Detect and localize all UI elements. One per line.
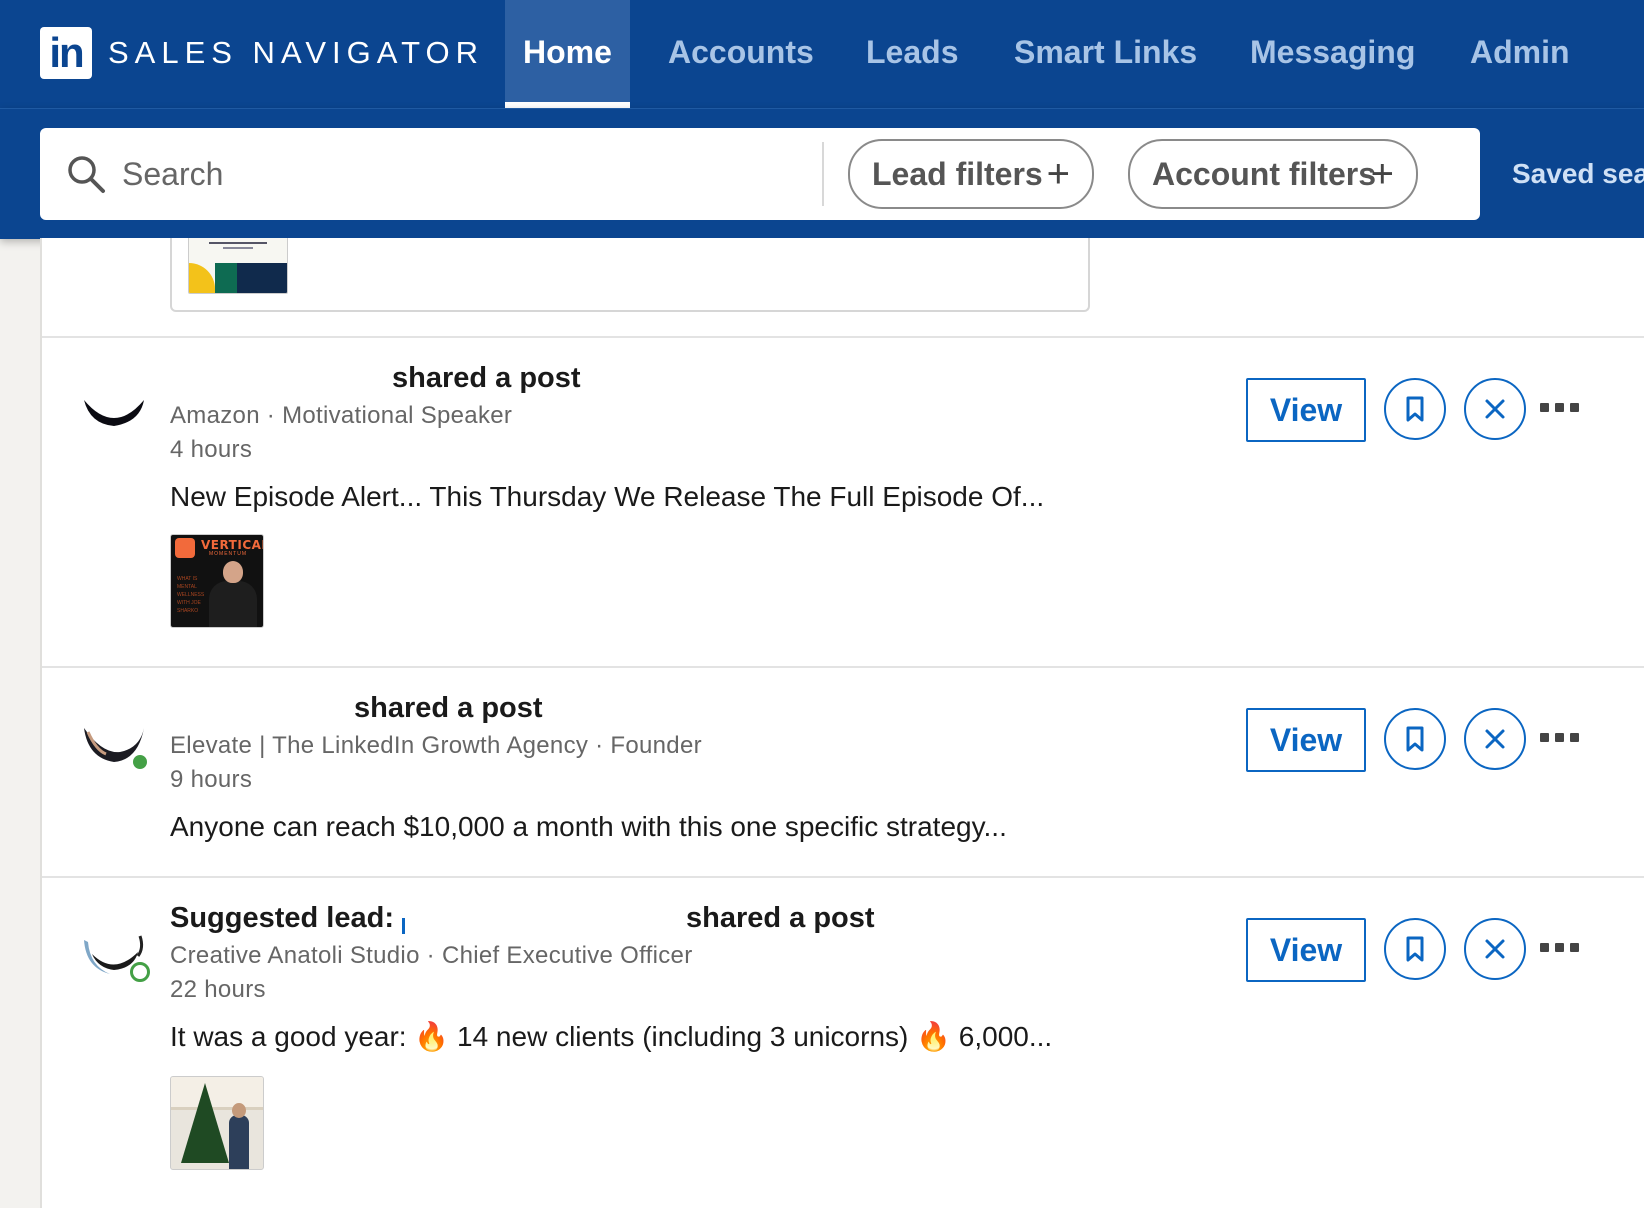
item-headline: shared a post <box>686 902 875 934</box>
podcast-logo-icon <box>175 538 195 558</box>
account-filters-label: Account filters <box>1152 156 1377 192</box>
post-thumbnail[interactable] <box>170 1076 264 1170</box>
item-timestamp: 9 hours <box>170 766 253 793</box>
lead-filters-button[interactable]: Lead filters + <box>848 139 1094 209</box>
search-box[interactable]: Search Lead filters + Account filters + <box>40 128 1480 220</box>
thumbnail-shape <box>189 263 215 293</box>
item-company-role[interactable]: Elevate | The LinkedIn Growth Agency · F… <box>170 730 702 762</box>
dismiss-button[interactable] <box>1464 378 1526 440</box>
thumbnail-caption: WHAT IS MENTAL WELLNESS WITH JOE SHARKO <box>177 576 205 614</box>
top-navigation: in SALES NAVIGATOR Home Accounts Leads S… <box>0 0 1644 108</box>
post-text[interactable]: It was a good year: 🔥 14 new clients (in… <box>170 1018 1052 1056</box>
avatar[interactable] <box>82 918 150 982</box>
dismiss-button[interactable] <box>1464 918 1526 980</box>
account-filters-button[interactable]: Account filters + <box>1128 139 1418 209</box>
tab-accounts[interactable]: Accounts <box>668 0 814 108</box>
search-band: Search Lead filters + Account filters + … <box>0 108 1644 239</box>
bookmark-icon <box>1406 936 1424 962</box>
item-headline: shared a post <box>354 692 543 724</box>
tab-leads[interactable]: Leads <box>866 0 958 108</box>
thumbnail-shape <box>237 263 287 293</box>
close-icon <box>1485 729 1505 749</box>
search-divider <box>822 142 824 206</box>
post-text[interactable]: Anyone can reach $10,000 a month with th… <box>170 808 1007 846</box>
tab-home[interactable]: Home <box>505 0 630 108</box>
search-icon <box>68 156 105 193</box>
close-icon <box>1485 939 1505 959</box>
save-button[interactable] <box>1384 708 1446 770</box>
more-dot <box>1570 403 1579 412</box>
previous-post-attachment[interactable] <box>170 238 1090 312</box>
plus-icon: + <box>1046 152 1070 196</box>
tab-messaging[interactable]: Messaging <box>1250 0 1415 108</box>
avatar[interactable] <box>82 378 146 442</box>
avatar-image <box>84 400 144 426</box>
search-input[interactable]: Search <box>122 152 223 196</box>
tab-admin[interactable]: Admin <box>1470 0 1570 108</box>
view-button[interactable]: View <box>1246 708 1366 772</box>
more-dot <box>1570 733 1579 742</box>
thumbnail-person-head <box>232 1103 246 1118</box>
item-headline: shared a post <box>392 362 581 394</box>
avatar[interactable] <box>82 708 150 772</box>
thumbnail-person-head <box>223 561 243 583</box>
more-dot <box>1570 943 1579 952</box>
more-dot <box>1555 403 1564 412</box>
item-timestamp: 22 hours <box>170 976 266 1003</box>
thumbnail-subtitle: MOMENTUM <box>209 551 247 557</box>
view-button[interactable]: View <box>1246 378 1366 442</box>
more-icon[interactable] <box>1538 937 1582 957</box>
close-icon <box>1485 399 1505 419</box>
bookmark-icon <box>1406 726 1424 752</box>
more-dot <box>1555 733 1564 742</box>
save-button[interactable] <box>1384 918 1446 980</box>
plus-icon: + <box>1370 152 1394 196</box>
feed-item: shared a post Amazon · Motivational Spea… <box>42 338 1644 662</box>
dismiss-button[interactable] <box>1464 708 1526 770</box>
item-company-role[interactable]: Creative Anatoli Studio · Chief Executiv… <box>170 940 693 972</box>
feed-item: Suggested lead: shared a post Creative A… <box>42 878 1644 1208</box>
save-button[interactable] <box>1384 378 1446 440</box>
more-dot <box>1540 403 1549 412</box>
christmas-tree-graphic <box>181 1083 229 1163</box>
more-icon[interactable] <box>1538 727 1582 747</box>
more-icon[interactable] <box>1538 397 1582 417</box>
activity-feed: shared a post Amazon · Motivational Spea… <box>40 238 1644 1208</box>
saved-searches-link[interactable]: Saved sea <box>1512 152 1644 196</box>
document-text-graphic <box>209 242 267 249</box>
more-dot <box>1540 733 1549 742</box>
online-status-indicator <box>130 752 150 772</box>
brand-name[interactable]: SALES NAVIGATOR <box>108 32 484 74</box>
item-timestamp: 4 hours <box>170 436 253 463</box>
bookmark-icon <box>1406 396 1424 422</box>
thumbnail-person <box>229 1115 249 1169</box>
more-dot <box>1555 943 1564 952</box>
post-text[interactable]: New Episode Alert... This Thursday We Re… <box>170 478 1044 516</box>
view-button[interactable]: View <box>1246 918 1366 982</box>
linkedin-logo[interactable]: in <box>40 27 92 79</box>
more-dot <box>1540 943 1549 952</box>
previous-post-thumbnail[interactable] <box>188 238 288 294</box>
lead-name-link[interactable] <box>402 918 405 934</box>
tab-smart-links[interactable]: Smart Links <box>1014 0 1197 108</box>
lead-filters-label: Lead filters <box>872 156 1043 192</box>
thumbnail-title: VERTICAL <box>201 538 264 552</box>
thumbnail-shape <box>215 263 237 293</box>
feed-item: shared a post Elevate | The LinkedIn Gro… <box>42 668 1644 876</box>
thumbnail-person <box>209 581 257 627</box>
online-status-indicator <box>130 962 150 982</box>
tab-home-label: Home <box>523 34 612 70</box>
item-company-role[interactable]: Amazon · Motivational Speaker <box>170 400 512 432</box>
post-thumbnail[interactable]: VERTICAL MOMENTUM WHAT IS MENTAL WELLNES… <box>170 534 264 628</box>
suggested-lead-label: Suggested lead: <box>170 902 394 934</box>
